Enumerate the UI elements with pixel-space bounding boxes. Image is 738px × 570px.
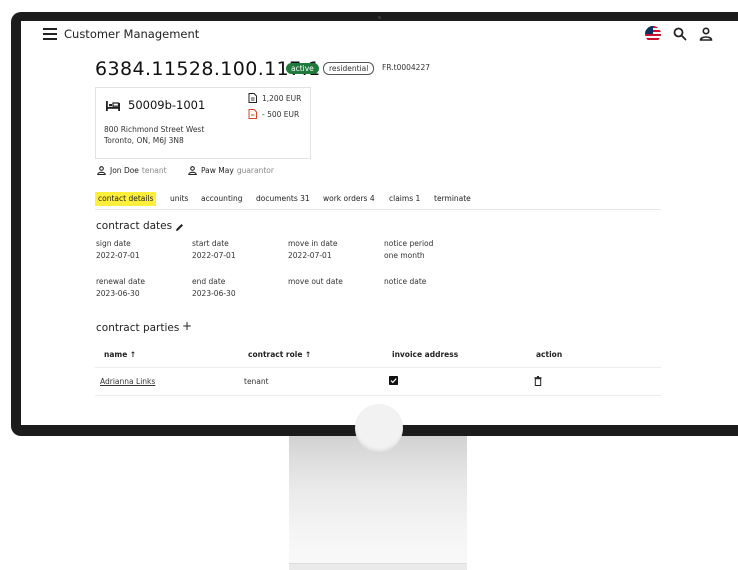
table-row-divider [95, 395, 661, 396]
start-date-value: 2022-07-01 [192, 251, 236, 260]
amount-negative: - 500 EUR [262, 110, 300, 119]
party-role: tenant [244, 377, 269, 386]
person-role: tenant [141, 166, 167, 175]
menu-icon[interactable] [43, 28, 57, 40]
notice-date-label: notice date [384, 277, 427, 286]
person-name: Paw May [201, 166, 234, 175]
end-date-label: end date [192, 277, 226, 286]
move-out-date-label: move out date [288, 277, 343, 286]
screen: Customer Management 6384.11528.100.117.1… [21, 21, 738, 425]
person-guarantor[interactable]: Paw May guarantor [188, 166, 274, 175]
app-title: Customer Management [64, 27, 200, 41]
end-date-value: 2023-06-30 [192, 289, 236, 298]
sign-date-value: 2022-07-01 [96, 251, 140, 260]
move-in-date-value: 2022-07-01 [288, 251, 332, 260]
search-icon[interactable] [673, 27, 687, 41]
monitor-stand [289, 436, 467, 569]
type-badge: residential [323, 62, 375, 75]
column-header-name[interactable]: name ↑ [104, 350, 136, 359]
tab-documents[interactable]: documents 31 [256, 192, 310, 206]
table-divider [95, 367, 661, 368]
party-name-link[interactable]: Adrianna Links [100, 377, 155, 386]
person-icon [188, 166, 197, 175]
address-line-2: Toronto, ON, M6J 3N8 [104, 136, 184, 145]
column-header-contract-role[interactable]: contract role ↑ [248, 350, 311, 359]
tab-units[interactable]: units [170, 192, 188, 206]
amount-positive: 1,200 EUR [262, 94, 302, 103]
notice-period-value: one month [384, 251, 425, 260]
flag-icon[interactable] [645, 26, 661, 42]
tab-terminate[interactable]: terminate [434, 192, 471, 206]
invoice-address-checkbox[interactable] [389, 376, 398, 385]
add-party-button[interactable]: + [182, 320, 192, 332]
person-tenant[interactable]: Jon Doe tenant [97, 166, 167, 175]
tab-accounting[interactable]: accounting [201, 192, 242, 206]
address-line-1: 800 Richmond Street West [104, 125, 205, 134]
notice-period-label: notice period [384, 239, 434, 248]
delete-trash-icon[interactable] [534, 376, 542, 386]
person-role: guarantor [236, 166, 274, 175]
user-icon[interactable] [699, 27, 713, 41]
person-icon [97, 166, 106, 175]
camera-dot [378, 16, 381, 19]
edit-pencil-icon[interactable] [175, 223, 184, 232]
credit-doc-icon [248, 109, 257, 119]
sign-date-label: sign date [96, 239, 131, 248]
move-in-date-label: move in date [288, 239, 338, 248]
reference-code: FR.t0004227 [382, 63, 430, 72]
unit-code: 50009b-1001 [128, 98, 206, 112]
renewal-date-label: renewal date [96, 277, 146, 286]
invoice-doc-icon [248, 93, 257, 103]
tab-contact-details[interactable]: contact details [95, 192, 157, 206]
tab-work-orders[interactable]: work orders 4 [323, 192, 375, 206]
person-name: Jon Doe [110, 166, 139, 175]
tab-bar: contact details units accounting documen… [95, 189, 661, 210]
bed-icon [106, 101, 120, 111]
stand-cutout [355, 404, 403, 452]
column-header-action: action [536, 350, 563, 359]
contract-dates-title: contract dates [96, 220, 173, 232]
start-date-label: start date [192, 239, 229, 248]
contract-parties-title: contract parties [96, 322, 180, 334]
tab-claims[interactable]: claims 1 [389, 192, 420, 206]
status-badge: active [286, 63, 319, 74]
column-header-invoice-address: invoice address [392, 350, 459, 359]
unit-card[interactable]: 50009b-1001 800 Richmond Street West Tor… [95, 87, 311, 159]
renewal-date-value: 2023-06-30 [96, 289, 140, 298]
